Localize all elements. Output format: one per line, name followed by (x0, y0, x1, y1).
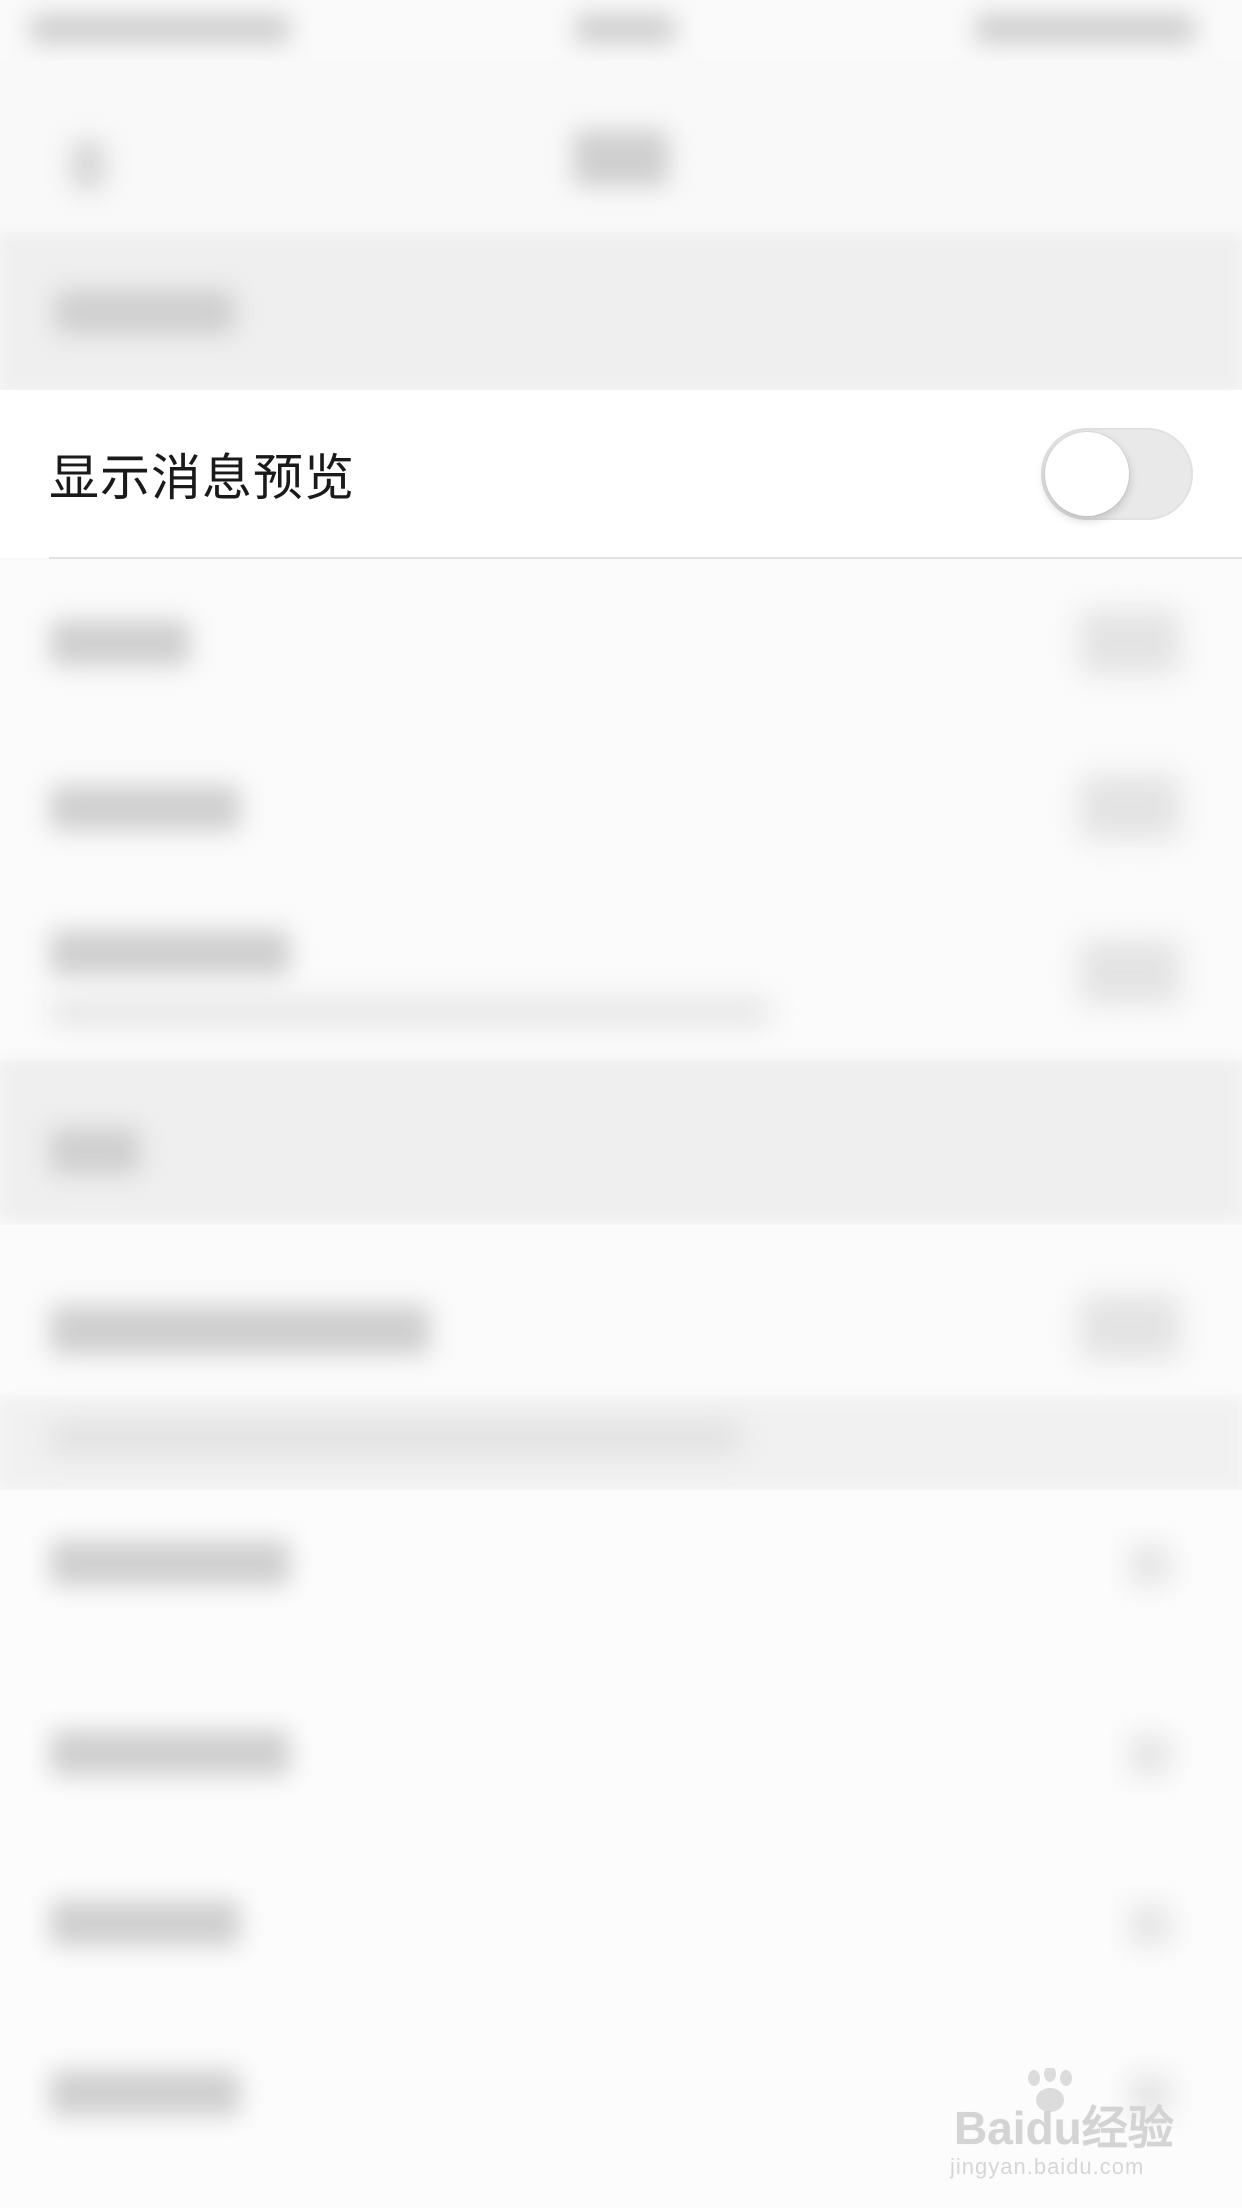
section-header-text-blurred (55, 290, 235, 334)
blurred-settings-group-2 (0, 1225, 1242, 1395)
blurred-row-label[interactable] (50, 1900, 240, 1946)
section-header (0, 1060, 1242, 1220)
blurred-row-label[interactable] (50, 785, 240, 831)
chevron-right-icon (1130, 1545, 1170, 1585)
blurred-row-label[interactable] (50, 2070, 240, 2116)
blurred-row-label[interactable] (50, 1730, 290, 1776)
blurred-row-control[interactable] (1080, 1295, 1180, 1359)
battery-blurred (975, 14, 1195, 44)
blurred-row-description (50, 1000, 770, 1024)
watermark-url: jingyan.baidu.com (950, 2154, 1145, 2179)
message-preview-row: 显示消息预览 (0, 390, 1242, 558)
blurred-settings-group-1 (0, 560, 1242, 1060)
chevron-right-icon (1130, 1905, 1170, 1945)
blurred-row-label[interactable] (50, 1305, 430, 1355)
watermark-brand: Baidu经验 (954, 2102, 1174, 2154)
blurred-row-label[interactable] (50, 620, 190, 666)
carrier-signal-blurred (30, 14, 290, 44)
blurred-row-label[interactable] (50, 1540, 290, 1586)
clock-blurred (575, 14, 675, 44)
section-header-text-blurred (50, 1128, 140, 1174)
blurred-row-control[interactable] (1080, 775, 1180, 839)
toggle-knob (1045, 432, 1129, 516)
message-preview-toggle[interactable] (1041, 428, 1193, 520)
chevron-right-icon (1130, 1735, 1170, 1775)
navigation-bar (0, 60, 1242, 230)
blurred-row-control[interactable] (1080, 610, 1180, 674)
blurred-row-label[interactable] (50, 930, 290, 976)
blurred-row-control[interactable] (1080, 940, 1180, 1004)
nav-title-blurred (573, 130, 669, 186)
message-preview-label: 显示消息预览 (49, 449, 355, 507)
blurred-footnote (50, 1425, 740, 1451)
row-divider (49, 557, 1242, 559)
back-arrow-icon[interactable] (70, 140, 106, 190)
baidu-jingyan-watermark: Baidu经验 jingyan.baidu.com (950, 2068, 1180, 2188)
status-bar (0, 0, 1242, 60)
